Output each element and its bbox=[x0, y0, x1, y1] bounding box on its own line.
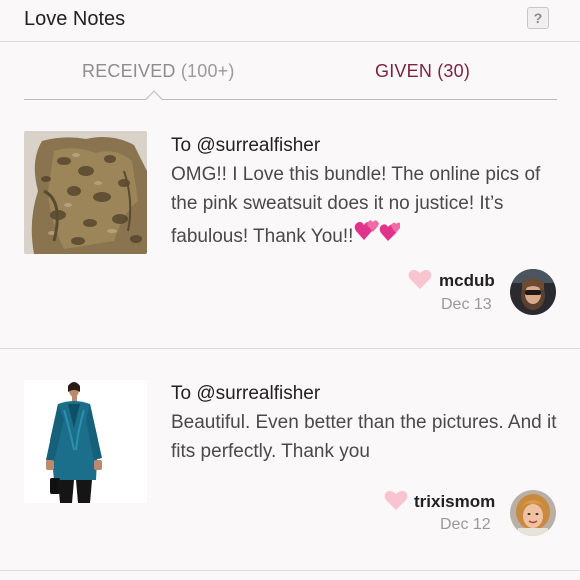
note-author[interactable]: mcdub bbox=[439, 271, 495, 291]
love-note: To @surrealfisher OMG!! I Love this bund… bbox=[0, 100, 580, 349]
tab-given-count: (30) bbox=[437, 61, 471, 81]
note-author[interactable]: trixismom bbox=[414, 492, 495, 512]
love-note: To @surrealfisher Beautiful. Even better… bbox=[0, 349, 580, 571]
tab-given-label: GIVEN bbox=[375, 61, 433, 81]
heart-icon[interactable] bbox=[384, 489, 408, 511]
teal-velvet-blazer-photo[interactable] bbox=[24, 380, 147, 503]
page-header: Love Notes ? bbox=[0, 0, 580, 42]
page-title: Love Notes bbox=[24, 8, 126, 30]
heart-icon[interactable] bbox=[408, 268, 432, 290]
note-message: Beautiful. Even better than the pictures… bbox=[171, 412, 557, 462]
help-button[interactable]: ? bbox=[527, 7, 549, 29]
note-recipient[interactable]: To @surrealfisher bbox=[171, 383, 320, 405]
note-date: Dec 12 bbox=[440, 516, 491, 533]
snakeskin-print-top-photo[interactable] bbox=[24, 131, 147, 254]
tab-given[interactable]: GIVEN (30) bbox=[375, 61, 470, 82]
note-date: Dec 13 bbox=[441, 296, 492, 313]
tab-bar: RECEIVED (100+) GIVEN (30) bbox=[24, 43, 557, 108]
tab-received-label: RECEIVED bbox=[82, 61, 176, 81]
two-hearts-emoji bbox=[354, 218, 401, 253]
trixismom-avatar-photo[interactable] bbox=[510, 490, 556, 536]
mcdub-avatar-photo[interactable] bbox=[510, 269, 556, 315]
tab-received[interactable]: RECEIVED (100+) bbox=[82, 61, 235, 82]
note-message: OMG!! I Love this bundle! The online pic… bbox=[171, 160, 561, 253]
tab-received-count: (100+) bbox=[180, 61, 235, 81]
note-recipient[interactable]: To @surrealfisher bbox=[171, 135, 320, 157]
